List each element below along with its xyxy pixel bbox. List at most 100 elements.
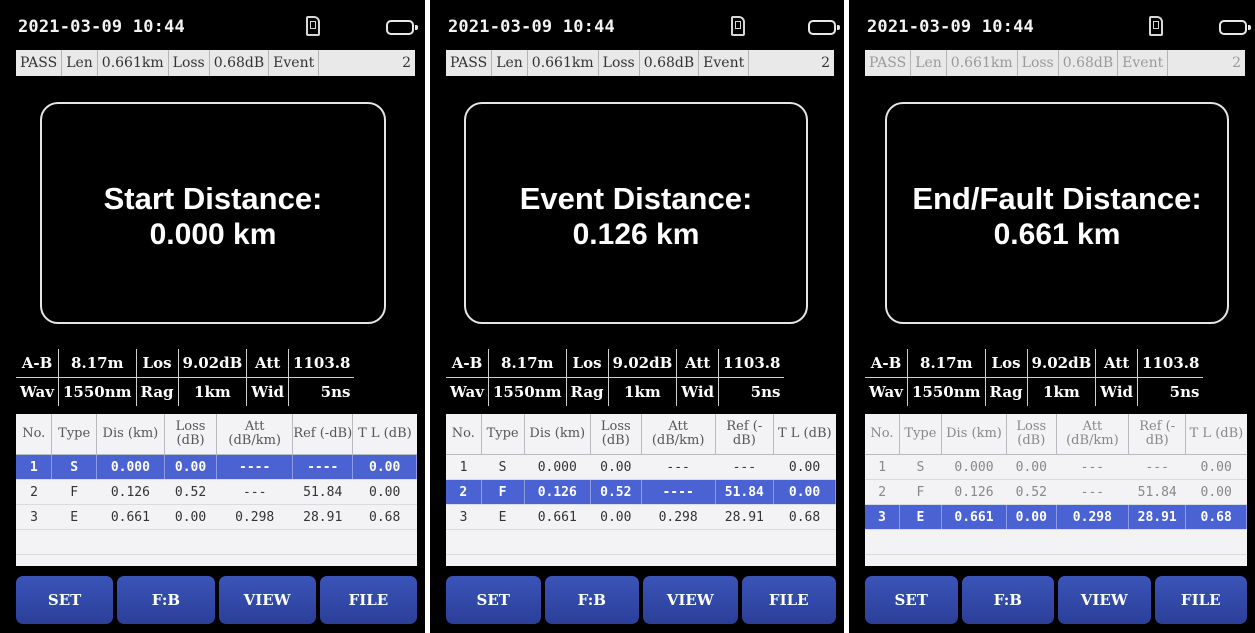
softkey-set-button[interactable]: SET xyxy=(865,576,958,624)
softkey-set-button[interactable]: SET xyxy=(16,576,114,624)
wid-value: 5ns xyxy=(1169,383,1200,401)
event-cell: 2 xyxy=(446,479,482,505)
trace-info-grid: A-B 8.17m Los 9.02dB Att 1103.8 Wav 1550… xyxy=(16,349,355,406)
distance-value: 0.000 km xyxy=(149,218,277,251)
wid-label: Wid xyxy=(676,377,720,406)
empty-row xyxy=(16,529,417,555)
column-header: Loss (dB) xyxy=(164,414,218,455)
event-cell: 0.000 xyxy=(96,454,165,480)
event-cell: 0.00 xyxy=(773,454,836,480)
event-cell: 0.52 xyxy=(164,479,217,505)
wav-value: 1550nm xyxy=(907,377,986,406)
event-cell: 0.661 xyxy=(524,504,591,530)
event-label: Event xyxy=(699,50,750,76)
column-header: T L (dB) xyxy=(352,414,417,455)
event-cell: E xyxy=(481,504,525,530)
summary-bar: PASS Len 0.661km Loss 0.68dB Event 2 xyxy=(446,50,834,76)
event-cell: --- xyxy=(715,454,774,480)
ab-label: A-B xyxy=(865,349,908,378)
softkey-view-button[interactable]: VIEW xyxy=(643,576,738,624)
att-label: Att xyxy=(676,349,720,378)
loss-value: 0.68dB xyxy=(210,50,270,76)
event-cell: 0.00 xyxy=(1185,479,1247,505)
distance-label: End/Fault Distance: xyxy=(912,181,1202,216)
wav-value: 1550nm xyxy=(488,377,567,406)
los-label: Los xyxy=(566,349,609,378)
ab-label: A-B xyxy=(446,349,489,378)
softkey-file-button[interactable]: FILE xyxy=(741,576,836,624)
event-cell: 28.91 xyxy=(1128,504,1187,530)
event-row[interactable]: 1 S 0.000 0.00 --- --- 0.00 xyxy=(446,454,836,480)
wid-value: 5ns xyxy=(750,383,781,401)
att-value: 1103.8 xyxy=(718,349,785,378)
column-header: Type xyxy=(899,414,943,455)
column-header: Loss (dB) xyxy=(1006,414,1057,455)
column-header: Ref (-dB) xyxy=(715,414,775,455)
wav-label: Wav xyxy=(16,377,59,406)
event-row[interactable]: 3 E 0.661 0.00 0.298 28.91 0.68 xyxy=(16,504,417,530)
rag-value: 1km xyxy=(178,377,248,406)
softkey-file-button[interactable]: FILE xyxy=(1154,576,1247,624)
att-label: Att xyxy=(1095,349,1139,378)
event-count: 2 xyxy=(821,55,830,71)
sd-card-icon xyxy=(1149,16,1163,36)
loss-label: Loss xyxy=(1018,50,1059,76)
event-row[interactable]: 3 E 0.661 0.00 0.298 28.91 0.68 xyxy=(446,504,836,530)
ab-value: 8.17m xyxy=(58,349,137,378)
len-label: Len xyxy=(62,50,98,76)
event-cell: 2 xyxy=(16,479,52,505)
softkey-file-button[interactable]: FILE xyxy=(319,576,417,624)
len-value: 0.661km xyxy=(528,50,599,76)
event-row[interactable]: 2 F 0.126 0.52 --- 51.84 0.00 xyxy=(865,479,1247,505)
rag-value: 1km xyxy=(608,377,678,406)
result-status: PASS xyxy=(16,50,63,76)
softkey-bar: SET F:B VIEW FILE xyxy=(865,576,1247,624)
event-row[interactable]: 1 S 0.000 0.00 ---- ---- 0.00 xyxy=(16,454,417,480)
event-cell: --- xyxy=(1128,454,1186,480)
softkey-view-button[interactable]: VIEW xyxy=(1058,576,1151,624)
column-header: Dis (km) xyxy=(524,414,591,455)
event-row[interactable]: 2 F 0.126 0.52 ---- 51.84 0.00 xyxy=(446,479,836,505)
datetime: 2021-03-09 10:44 xyxy=(18,17,185,37)
event-row[interactable]: 3 E 0.661 0.00 0.298 28.91 0.68 xyxy=(865,504,1247,530)
event-table: No. Type Dis (km) Loss (dB) Att (dB/km) Ref (… xyxy=(16,414,417,566)
column-header: Type xyxy=(481,414,525,455)
event-cell: 0.00 xyxy=(1185,454,1247,480)
wav-value: 1550nm xyxy=(58,377,137,406)
event-cell: 0.298 xyxy=(1056,504,1130,530)
empty-row xyxy=(865,529,1247,555)
softkey-view-button[interactable]: VIEW xyxy=(218,576,316,624)
event-cell: 51.84 xyxy=(292,479,353,505)
wav-label: Wav xyxy=(865,377,908,406)
event-row[interactable]: 1 S 0.000 0.00 --- --- 0.00 xyxy=(865,454,1247,480)
ab-value: 8.17m xyxy=(907,349,986,378)
event-cell: 1 xyxy=(865,454,900,480)
column-header: T L (dB) xyxy=(1185,414,1247,455)
event-cell: S xyxy=(481,454,525,480)
event-cell: F xyxy=(899,479,942,505)
softkey-fb-button[interactable]: F:B xyxy=(961,576,1054,624)
softkey-set-button[interactable]: SET xyxy=(446,576,541,624)
summary-bar: PASS Len 0.661km Loss 0.68dB Event 2 xyxy=(16,50,415,76)
empty-row xyxy=(446,529,836,555)
softkey-bar: SET F:B VIEW FILE xyxy=(446,576,836,624)
event-cell: 28.91 xyxy=(292,504,353,530)
event-label: Event xyxy=(1118,50,1169,76)
event-cell: 0.52 xyxy=(590,479,642,505)
event-cell: 0.00 xyxy=(352,479,417,505)
event-cell: S xyxy=(899,454,942,480)
wid-value: 5ns xyxy=(320,383,351,401)
status-bar: 2021-03-09 10:44 xyxy=(867,14,1251,42)
softkey-fb-button[interactable]: F:B xyxy=(544,576,639,624)
softkey-fb-button[interactable]: F:B xyxy=(117,576,215,624)
wid-label: Wid xyxy=(246,377,290,406)
len-value: 0.661km xyxy=(98,50,169,76)
event-cell: --- xyxy=(216,479,293,505)
column-header: Ref (-dB) xyxy=(1128,414,1187,455)
event-cell: 0.126 xyxy=(524,479,591,505)
event-row[interactable]: 2 F 0.126 0.52 --- 51.84 0.00 xyxy=(16,479,417,505)
event-table-header: No. Type Dis (km) Loss (dB) Att (dB/km) Ref (… xyxy=(16,414,417,455)
event-cell: E xyxy=(51,504,97,530)
battery-icon xyxy=(386,20,418,35)
trace-info-grid: A-B 8.17m Los 9.02dB Att 1103.8 Wav 1550… xyxy=(865,349,1204,406)
